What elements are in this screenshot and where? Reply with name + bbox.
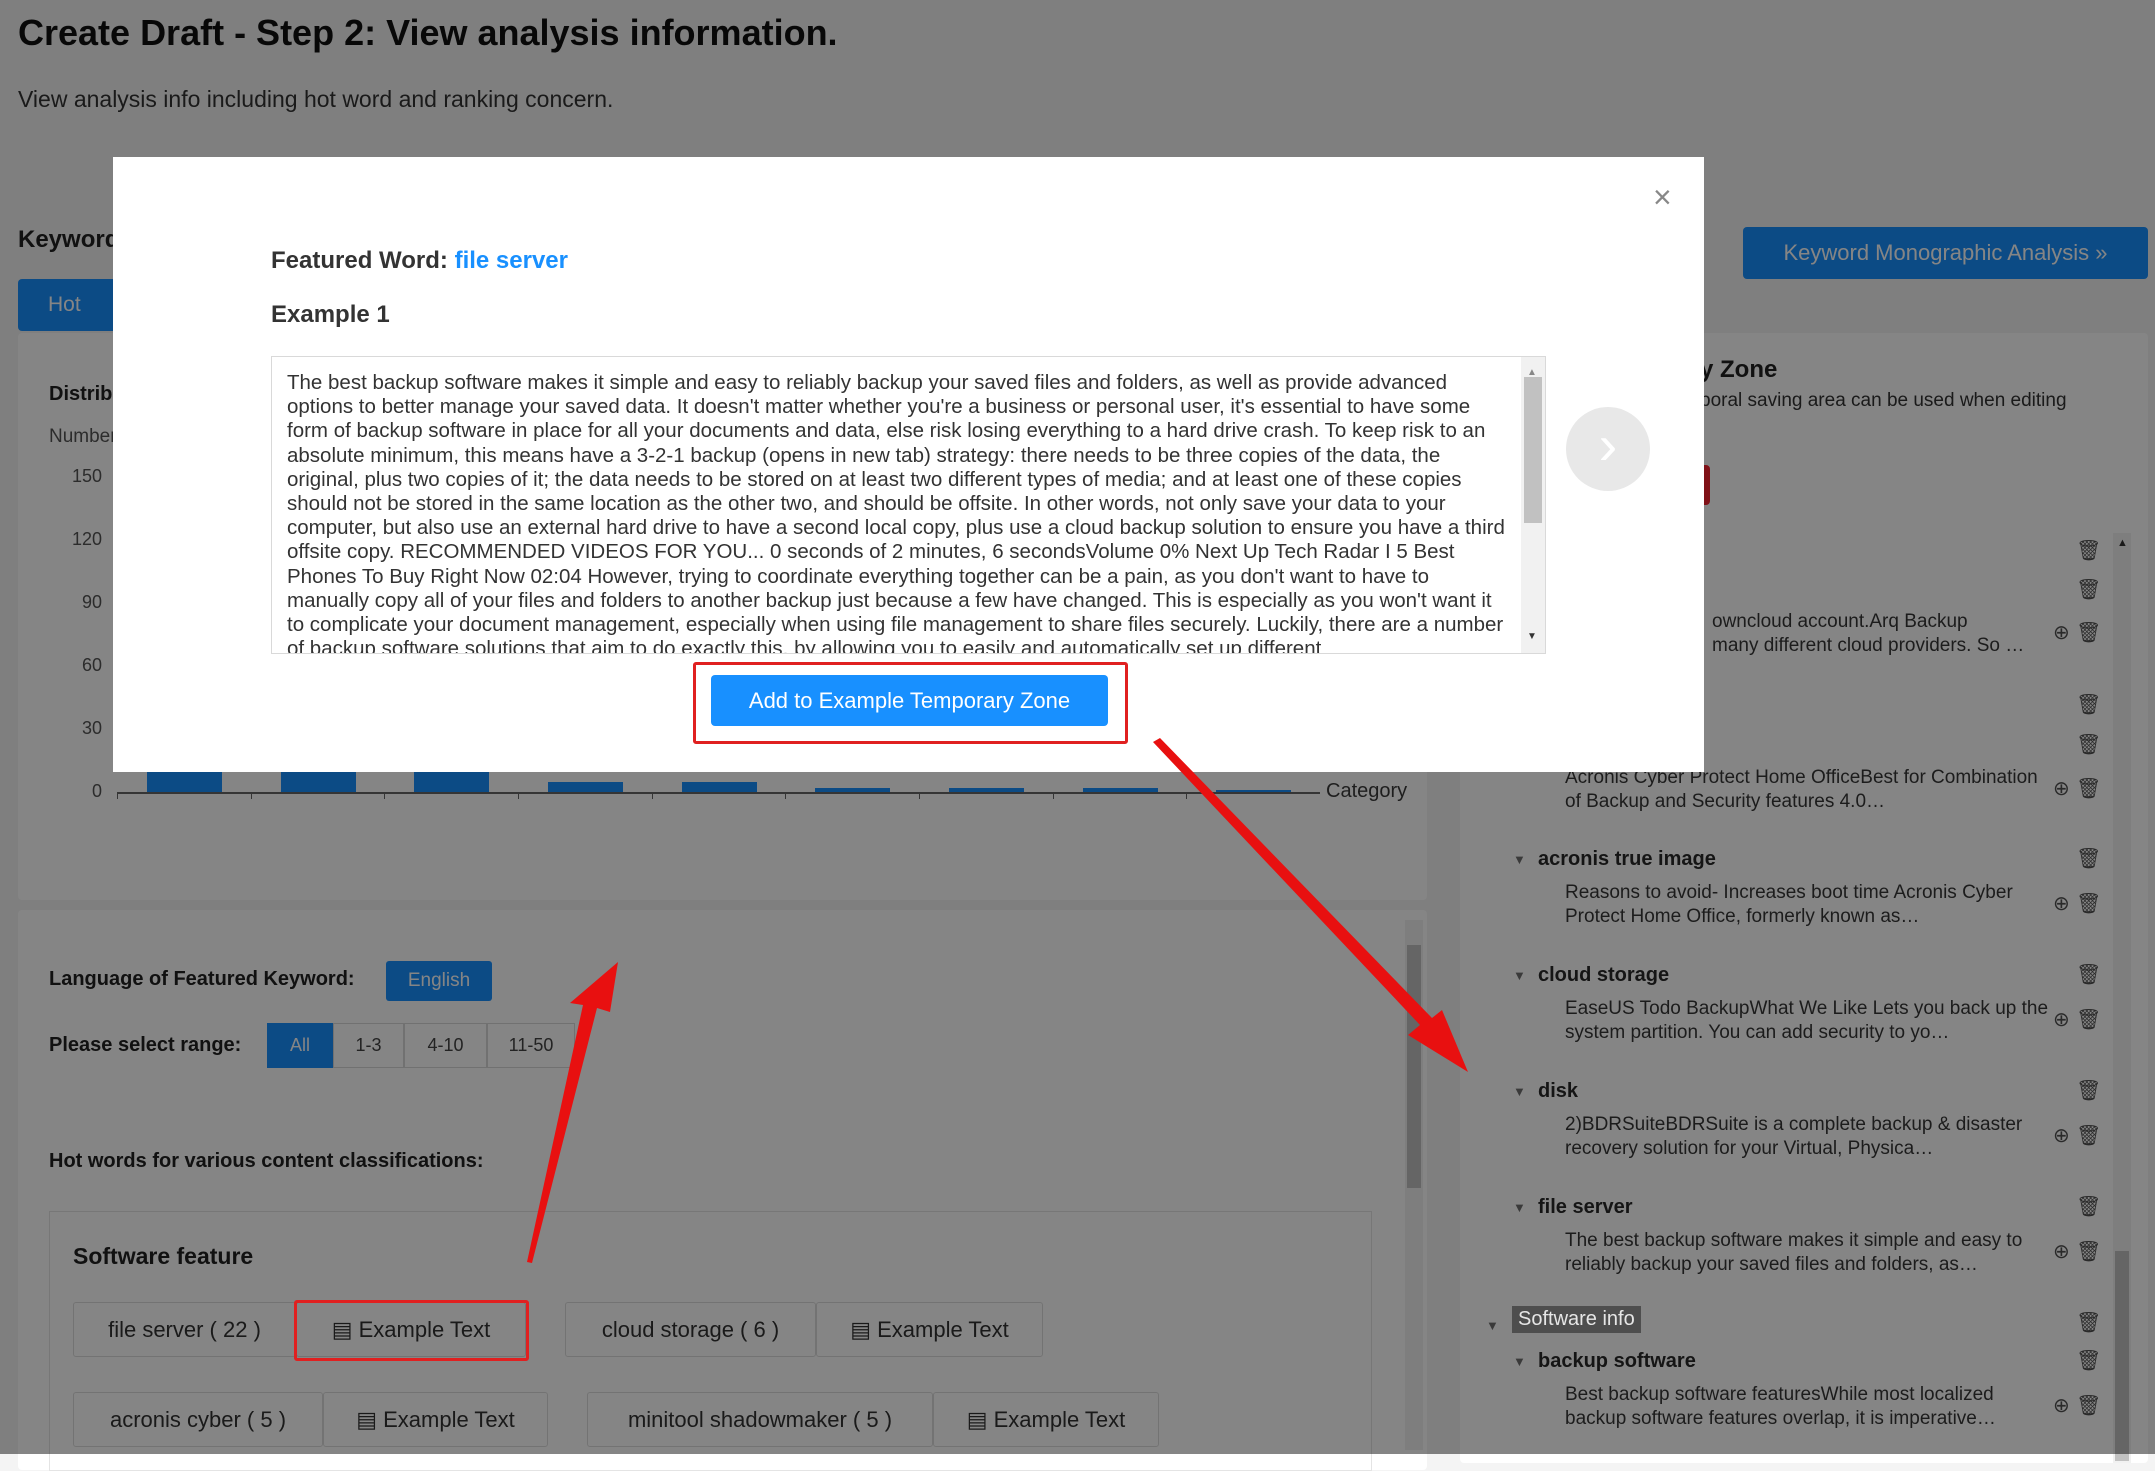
annotation-arrow-down: [1153, 738, 1468, 1072]
annotation-arrow-up: [527, 962, 618, 1263]
annotation-arrows: [527, 738, 1468, 1263]
